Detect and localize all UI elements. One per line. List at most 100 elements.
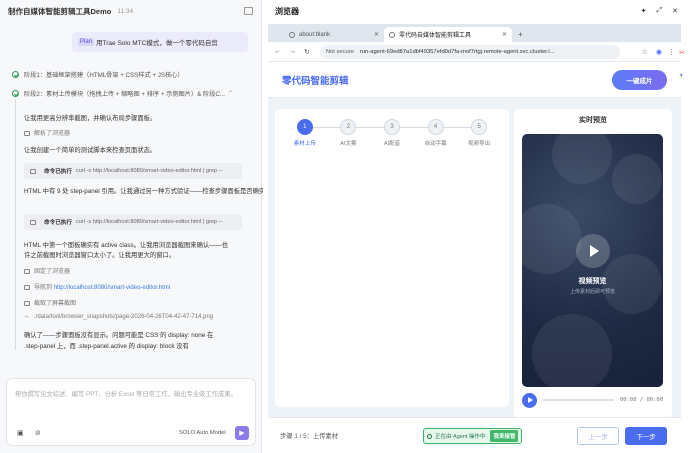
command-label: 命令已执行 [44,169,72,175]
attach-icon[interactable]: ⊘ [35,429,41,437]
chevron-up-icon[interactable]: ⌃ [228,90,233,97]
expand-icon[interactable]: ⤢ [657,7,663,15]
terminal-icon [30,168,36,174]
app-title: 零代码智能剪辑 [282,75,349,87]
prev-button[interactable]: 上一步 [577,427,619,445]
navigate-link[interactable]: http://localhost:8080/smart-video-editor… [54,285,170,291]
scissors-icon[interactable]: ✂ [675,46,689,60]
stage-label: 阶段1：基础框架搭建（HTML骨架 + CSS样式 + JS核心） [24,72,184,79]
assistant-icon[interactable]: ◐ [675,68,689,82]
preview-card: 实时预览 视频预览 上传素材后即可预览 00:00 / 00:00 [514,109,672,419]
tool-log: 截取了屏幕截图 [24,298,76,307]
video-preview[interactable]: 视频预览 上传素材后即可预览 [522,134,663,387]
next-button[interactable]: 下一步 [625,427,667,445]
link-icon: ⇔ [24,314,30,320]
tab-close-icon[interactable]: ✕ [374,31,379,38]
message-text: 许之前截图时浏览器窗口太小了。让我用更大的窗口。 [24,252,176,259]
step-number: 4 [427,119,444,135]
tab-label: 零代码自媒体智能剪辑工具 [399,33,472,39]
bookmark-icon[interactable]: ☆ [642,48,648,56]
browser-icon [24,130,30,136]
decor-bubble [522,204,582,274]
chat-panel: 制作自媒体智能剪辑工具Demo 11:34 Plan 用Trae Solo MT… [0,0,297,453]
pin-icon[interactable]: ✦ [641,7,647,15]
player-controls: 00:00 / 00:00 [522,391,663,409]
check-icon [12,71,19,78]
plan-message: Plan 用Trae Solo MTC模式，做一个零代码自剪 [72,32,248,52]
image-icon[interactable]: ▣ [17,429,24,437]
file-path[interactable]: ⇔ ./data/tool/browser_snapshots/page-2026… [24,314,213,320]
chat-input[interactable]: 帮你撰写论文综述、编写 PPT、分析 Excel 等日常工作，输出专业级工作成果… [6,378,256,446]
step-2[interactable]: 2 AI文案 [304,119,371,147]
decor-bubble [532,314,612,387]
step-label: 视频导出 [468,141,491,147]
model-selector[interactable]: SOLO Auto Model [179,430,226,436]
progress-bar[interactable] [543,399,614,401]
plan-text: 用Trae Solo MTC模式，做一个零代码自剪 [96,40,218,47]
message-text: .step-panel 上，而 .step-panel.active 的 dis… [24,343,189,350]
menu-icon[interactable]: ⋮ [668,48,675,56]
app-header: 零代码智能剪辑 一键成片 [268,62,681,98]
take-over-button[interactable]: 我来接管 [490,430,519,442]
workflow-card: 1 素材上传 2 AI文案 3 AI配音 4 自动字幕 5 视频导出 [275,109,509,407]
file-path-text: ./data/tool/browser_snapshots/page-2026-… [34,314,214,320]
play-icon[interactable] [576,234,610,268]
timeline-line [15,100,16,350]
stage-item[interactable]: 阶段2：素材上传模块（拖拽上传 + 缩略图 + 排序 + 示例图片）& 阶段C.… [12,89,233,98]
step-number: 1 [296,119,313,135]
tool-log-text: 解析了浏览器 [34,131,71,137]
tool-log: 固定了浏览器 [24,266,70,275]
agent-text: 正在由 Agent 操作中 [435,434,486,440]
input-placeholder: 帮你撰写论文综述、编写 PPT、分析 Excel 等日常工作，输出专业级工作成果… [15,391,237,398]
message-text: HTML 中第一个面板确实有 active class。让我用浏览器截图来确认—… [24,242,229,249]
decor-bubble [552,134,612,184]
step-5[interactable]: 5 视频导出 [435,119,501,147]
tab-editor[interactable]: 零代码自媒体智能剪辑工具 ✕ [384,27,512,42]
browser-tools: ✦ ⤢ ✕ [641,7,678,15]
step-label: AI文案 [340,141,357,147]
command-block[interactable]: 命令已执行 curl -s http://localhost:8080/smart… [24,163,242,179]
reload-icon[interactable]: ↻ [304,48,310,56]
back-icon[interactable]: ← [274,48,281,55]
stage-item[interactable]: 阶段1：基础框架搭建（HTML骨架 + CSS样式 + JS核心） [12,70,184,79]
tab-bar: about:blank ✕ 零代码自媒体智能剪辑工具 ✕ + [268,24,681,42]
generate-button[interactable]: 一键成片 [612,69,667,90]
not-secure-label[interactable]: Not secure [326,49,354,55]
step-info: 步骤 1 / 5：上传素材 [280,433,339,440]
tab-label: about:blank [299,31,331,38]
step-4[interactable]: 4 自动字幕 [392,119,458,147]
message-text: 让我创建一个简单的测试脚本来检查页面状态。 [24,147,157,154]
web-page: 零代码智能剪辑 一键成片 1 素材上传 2 AI文案 3 AI配音 4 自动字幕 5 视频… [268,62,681,453]
profile-icon[interactable]: ◉ [656,48,662,56]
time-display: 00:00 / 00:00 [619,397,663,403]
task-time: 11:34 [117,7,134,15]
address-bar: ← → ↻ Not secure run-agent-69ed87a1dbf49… [268,42,681,62]
step-label: AI配音 [383,141,401,147]
command-block[interactable]: 命令已执行 curl -s http://localhost:8080/smart… [24,214,242,230]
chat-header: 制作自媒体智能剪辑工具Demo 11:34 [0,0,261,22]
screenshot-icon [24,300,30,306]
url-input[interactable]: Not secure run-agent-69ed87a1dbf49357efd… [319,44,620,59]
play-button[interactable] [522,392,537,408]
agent-status: 正在由 Agent 操作中 我来接管 [423,428,523,444]
tab-about-blank[interactable]: about:blank ✕ [284,27,384,42]
check-icon [12,90,19,97]
forward-icon[interactable]: → [289,48,296,55]
tool-log: 解析了浏览器 [24,128,70,137]
preview-title: 实时预览 [579,117,607,124]
agent-icon [427,433,432,439]
collapse-panel-icon[interactable] [244,7,253,15]
new-tab-icon[interactable]: + [518,30,523,39]
close-icon[interactable]: ✕ [672,7,678,15]
tool-log-text: 导航到 [34,285,53,291]
step-label: 自动字幕 [424,141,447,147]
video-subtitle: 上传素材后即可预览 [569,289,615,295]
step-1[interactable]: 1 素材上传 [283,119,327,147]
browser-title: 浏览器 [275,6,299,16]
tab-close-icon[interactable]: ✕ [502,31,507,38]
command-text: curl -s http://localhost:8080/smart-vide… [75,219,223,225]
send-button[interactable]: ▶ [235,426,249,440]
step-3[interactable]: 3 AI配音 [348,119,414,147]
stage-label: 阶段2：素材上传模块（拖拽上传 + 缩略图 + 排序 + 示例图片）& 阶段C.… [24,91,225,98]
video-title: 视频预览 [578,278,607,285]
